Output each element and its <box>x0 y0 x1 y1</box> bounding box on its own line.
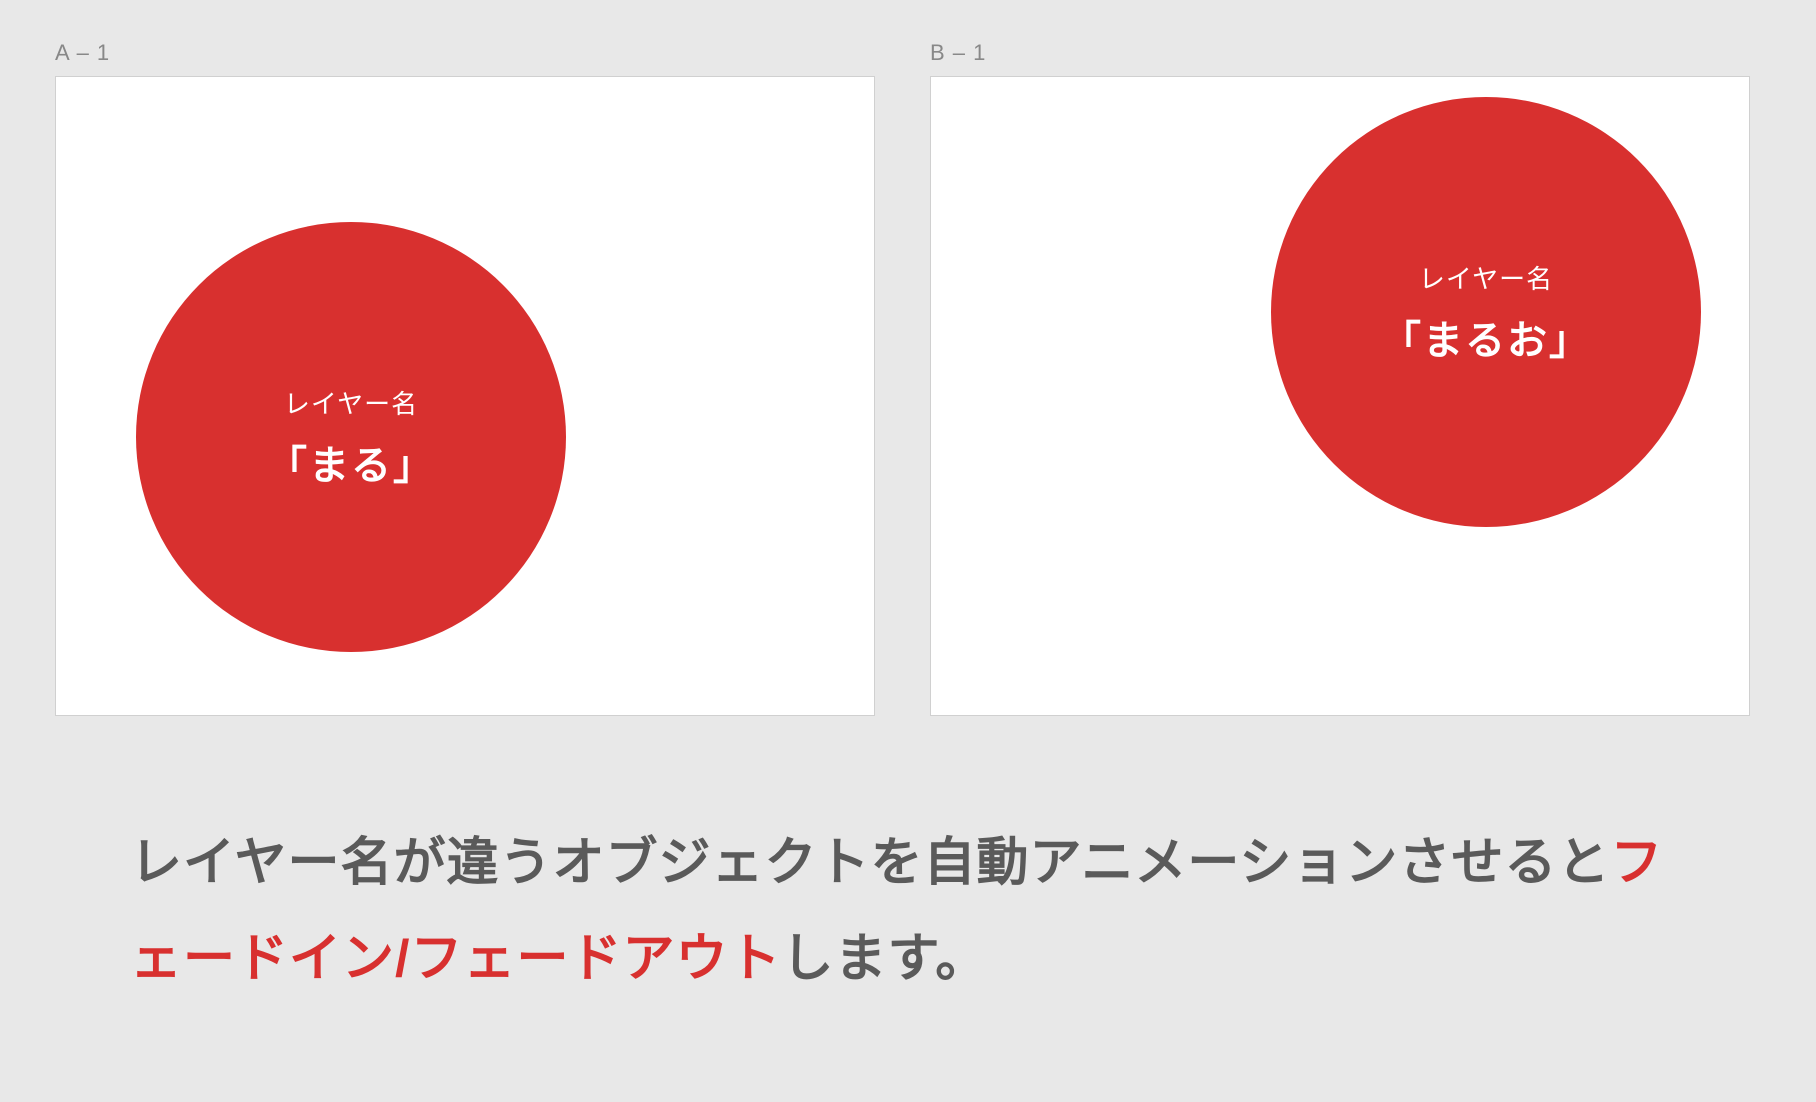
circle-a-layer-label: レイヤー名 <box>284 384 418 421</box>
artboard-a: レイヤー名 「まる」 <box>55 76 875 716</box>
circle-a-layer-name: 「まる」 <box>267 433 435 491</box>
artboard-a-label: A – 1 <box>55 40 875 66</box>
artboard-b: レイヤー名 「まるお」 <box>930 76 1750 716</box>
artboard-a-wrapper: A – 1 レイヤー名 「まる」 <box>55 40 875 716</box>
artboard-b-wrapper: B – 1 レイヤー名 「まるお」 <box>930 40 1750 716</box>
circle-b: レイヤー名 「まるお」 <box>1271 97 1701 527</box>
caption-part1: レイヤー名が違うオブジェクトを自動アニメーションさせると <box>130 834 1610 892</box>
artboards-container: A – 1 レイヤー名 「まる」 B – 1 レイヤー名 「まるお」 <box>55 40 1761 716</box>
caption-part2: します。 <box>781 930 988 988</box>
circle-b-layer-name: 「まるお」 <box>1381 308 1591 366</box>
caption-text: レイヤー名が違うオブジェクトを自動アニメーションさせるとフェードイン/フェードア… <box>130 815 1686 1007</box>
circle-b-layer-label: レイヤー名 <box>1419 259 1553 296</box>
artboard-b-label: B – 1 <box>930 40 1750 66</box>
circle-a: レイヤー名 「まる」 <box>136 222 566 652</box>
